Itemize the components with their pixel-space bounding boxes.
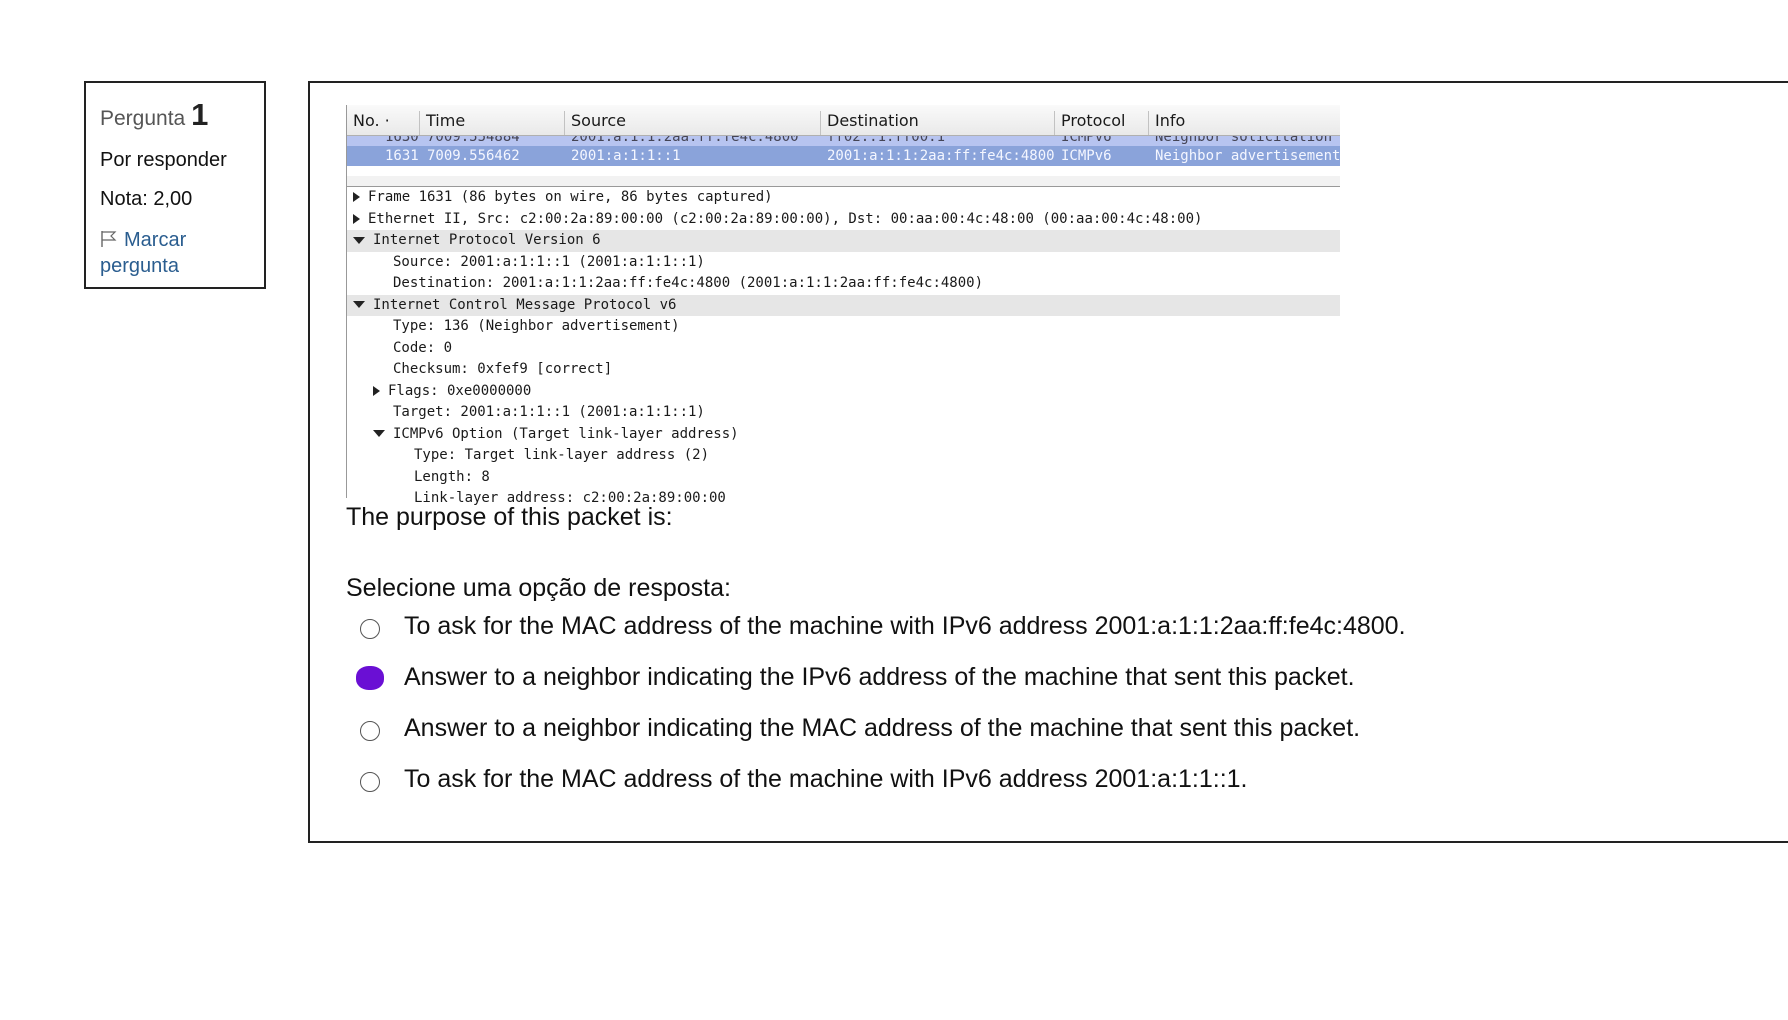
radio-button[interactable]	[360, 721, 380, 741]
tree-item: Ethernet II, Src: c2:00:2a:89:00:00 (c2:…	[347, 209, 1340, 231]
tree-item: Checksum: 0xfef9 [correct]	[393, 361, 613, 377]
collapse-arrow-icon	[373, 430, 385, 437]
question-number: 1	[191, 97, 209, 132]
radio-button[interactable]	[360, 772, 380, 792]
tree-item: Source: 2001:a:1:1::1 (2001:a:1:1::1)	[393, 253, 705, 270]
packet-list: 1630 7009.554884 2001:a:1:1:2aa:ff:fe4c:…	[347, 136, 1340, 176]
column-time: Time	[419, 111, 564, 135]
expand-arrow-icon	[353, 192, 360, 202]
column-protocol: Protocol	[1054, 111, 1148, 135]
radio-button[interactable]	[360, 619, 380, 639]
answer-option-text: Answer to a neighbor indicating the IPv6…	[404, 663, 1355, 691]
tree-item: Type: Target link-layer address (2)	[414, 447, 710, 463]
tree-item: Length: 8	[414, 468, 490, 485]
question-prompt: The purpose of this packet is:	[346, 503, 673, 531]
tree-item: Internet Protocol Version 6	[347, 230, 1340, 252]
collapse-arrow-icon	[353, 236, 365, 244]
answer-option-text: To ask for the MAC address of the machin…	[404, 612, 1406, 640]
tree-item: Code: 0	[393, 339, 453, 356]
question-info-panel: Pergunta 1 Por responder Nota: 2,00 Marc…	[84, 81, 266, 289]
packet-list-header: No. · Time Source Destination Protocol I…	[347, 105, 1340, 136]
question-label: Pergunta	[100, 107, 186, 130]
packet-details-tree: Frame 1631 (86 bytes on wire, 86 bytes c…	[347, 187, 1340, 510]
column-no: No. ·	[353, 111, 390, 130]
question-grade: Nota: 2,00	[100, 188, 193, 210]
question-status: Por responder	[100, 149, 227, 171]
expand-arrow-icon	[353, 213, 360, 224]
column-source: Source	[564, 111, 820, 135]
collapse-arrow-icon	[353, 301, 365, 308]
flag-question-link[interactable]: Marcar pergunta	[100, 227, 252, 279]
tree-item: Flags: 0xe0000000	[347, 381, 1340, 403]
question-heading: Pergunta 1	[100, 97, 252, 133]
tree-item: Frame 1631 (86 bytes on wire, 86 bytes c…	[347, 187, 1340, 209]
answer-option-text: To ask for the MAC address of the machin…	[404, 765, 1248, 793]
tree-item: Target: 2001:a:1:1::1 (2001:a:1:1::1)	[393, 404, 705, 420]
tree-item: Internet Control Message Protocol v6	[347, 294, 1340, 316]
column-destination: Destination	[820, 111, 1054, 135]
expand-arrow-icon	[373, 385, 380, 396]
question-content: No. · Time Source Destination Protocol I…	[308, 81, 1788, 843]
column-info: Info	[1148, 111, 1340, 135]
answer-instruction: Selecione uma opção de resposta:	[346, 574, 731, 602]
answer-option-text: Answer to a neighbor indicating the MAC …	[404, 714, 1361, 742]
tree-item: Type: 136 (Neighbor advertisement)	[393, 318, 680, 334]
tree-item: ICMPv6 Option (Target link-layer address…	[347, 424, 1340, 446]
flag-icon	[101, 231, 117, 247]
radio-button-selected[interactable]	[356, 666, 384, 690]
pane-divider	[347, 176, 1340, 187]
tree-item: Destination: 2001:a:1:1:2aa:ff:fe4c:4800…	[393, 275, 984, 291]
wireshark-screenshot: No. · Time Source Destination Protocol I…	[346, 105, 1340, 506]
packet-row-selected: 1631 7009.556462 2001:a:1:1::1 2001:a:1:…	[347, 146, 1340, 166]
